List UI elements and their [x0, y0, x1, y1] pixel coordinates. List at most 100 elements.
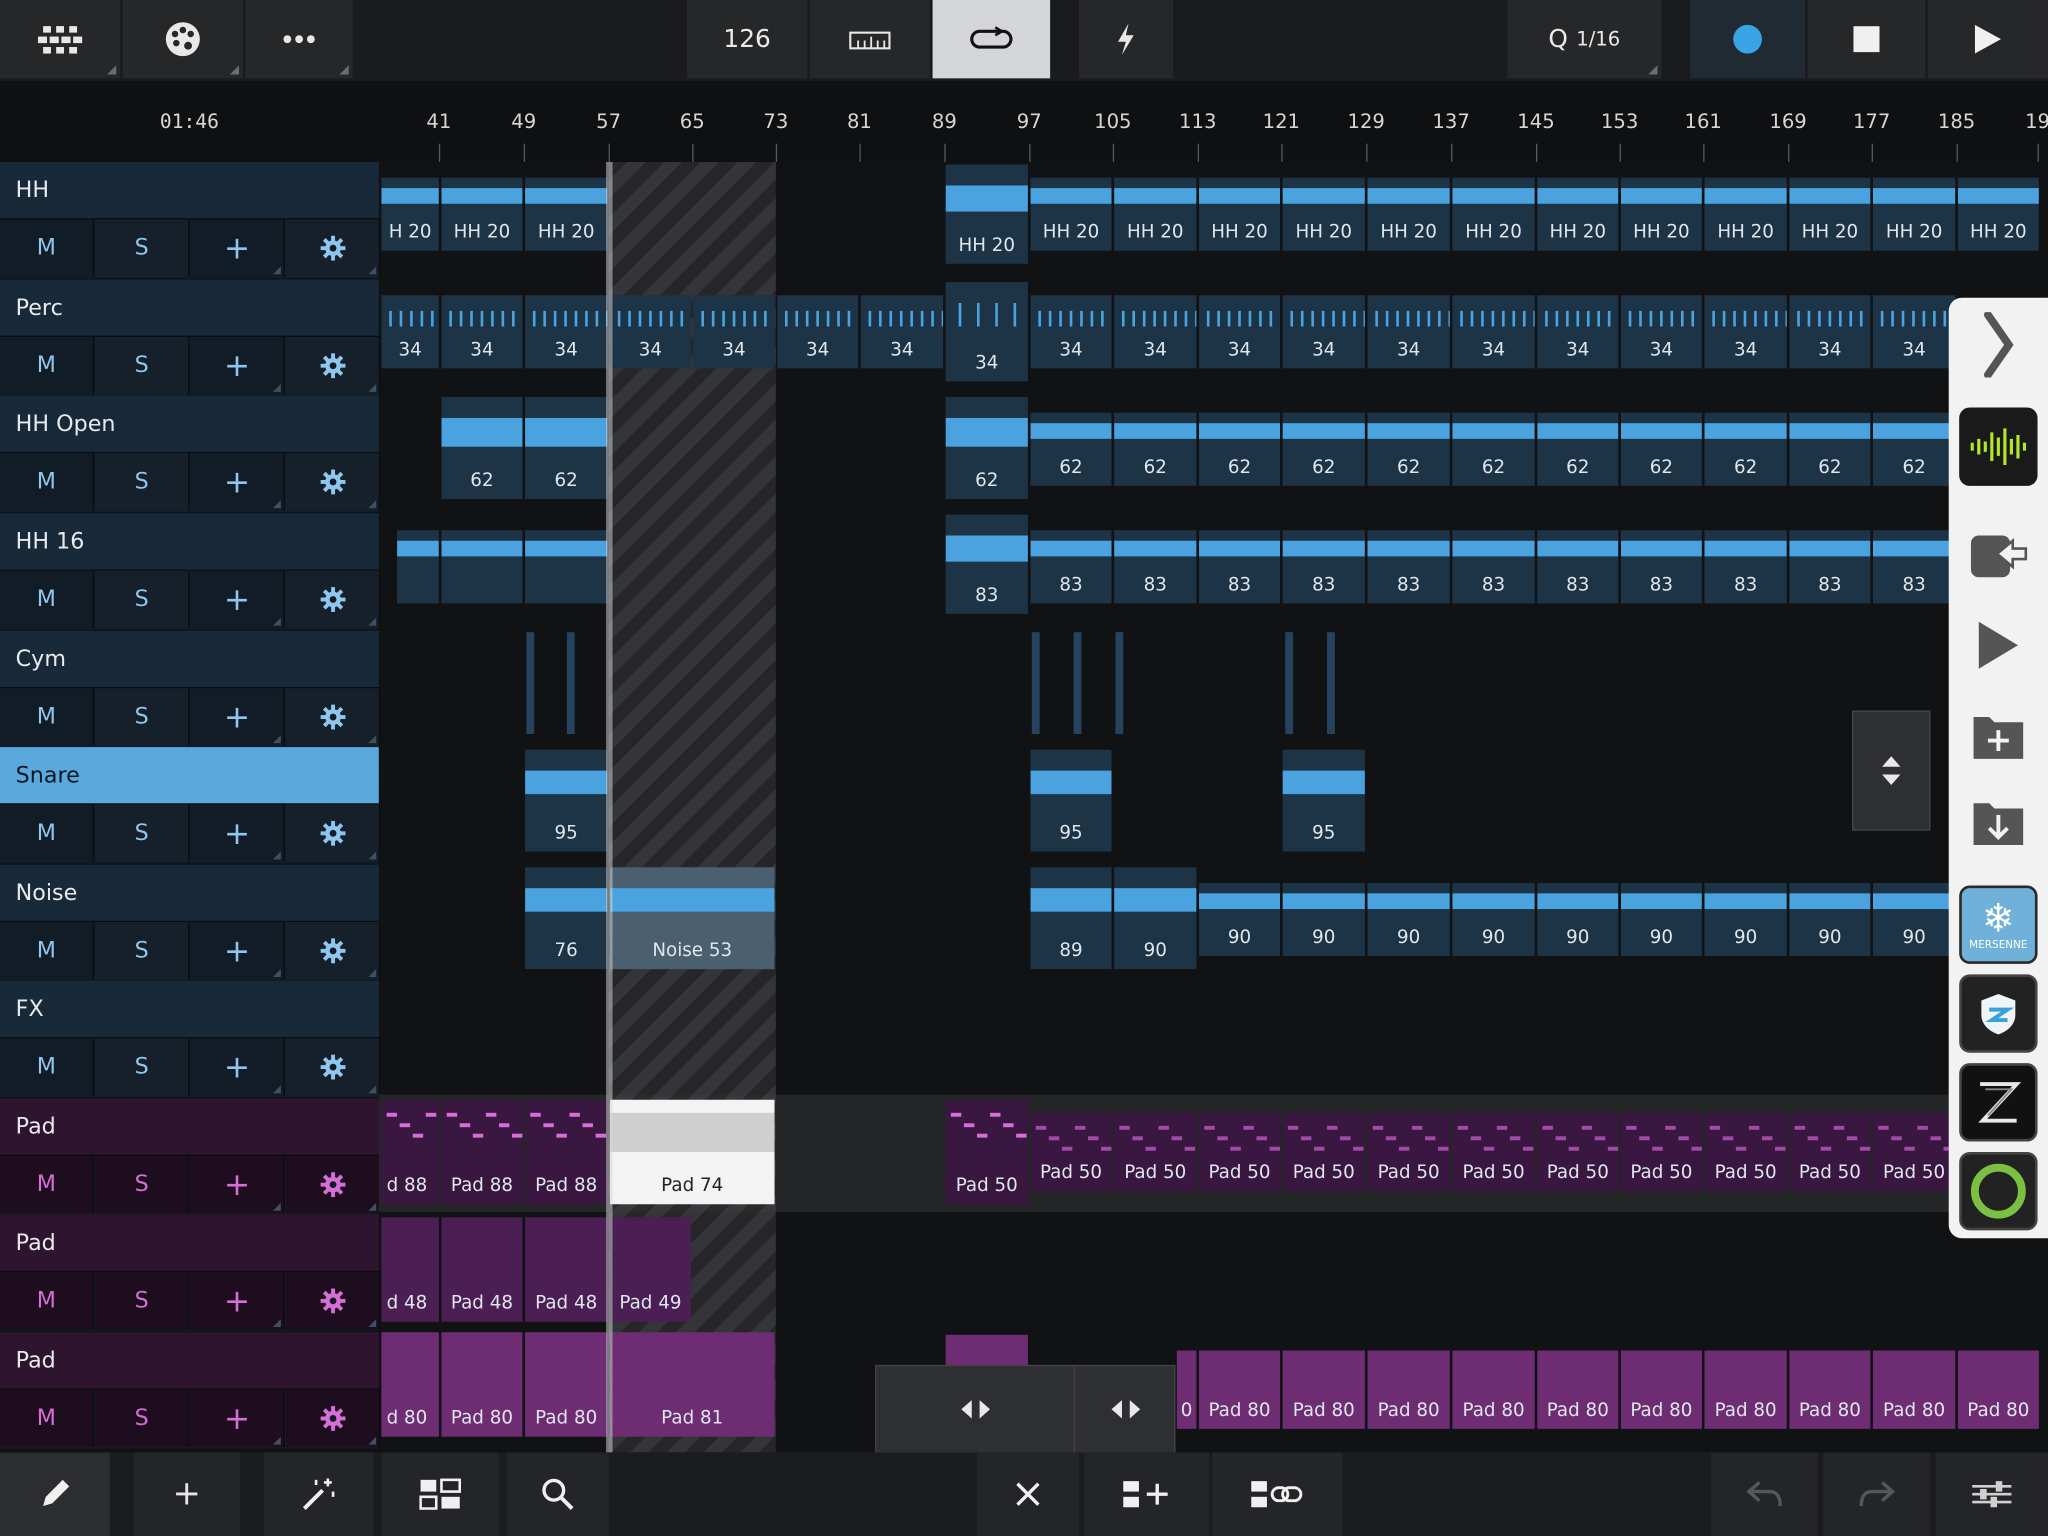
layout-button[interactable]	[381, 1452, 499, 1536]
metronome-button[interactable]	[809, 0, 930, 79]
magic-wand-icon	[302, 1478, 335, 1510]
duplicate-button[interactable]	[1084, 1452, 1210, 1536]
download-folder-button[interactable]	[1959, 784, 2037, 862]
link-clip-button[interactable]	[1212, 1452, 1343, 1536]
bar-tick	[1619, 143, 1621, 162]
shield-app-icon	[1981, 993, 2016, 1035]
settings-sliders-button[interactable]	[1935, 1452, 2048, 1536]
zoom-right-handle[interactable]	[1076, 1366, 1175, 1452]
bar-number: 137	[1432, 109, 1470, 134]
launcher-play-button[interactable]	[1959, 606, 2037, 684]
up-down-arrows-icon	[1882, 756, 1901, 785]
tempo-button[interactable]: 126	[687, 0, 808, 79]
redo-button[interactable]	[1823, 1452, 1931, 1536]
mersenne-app-button[interactable]: ❄ MERSENNE	[1959, 885, 2038, 964]
search-button[interactable]	[506, 1452, 609, 1536]
z-app-button[interactable]	[1959, 1063, 2038, 1142]
collapse-panel-button[interactable]	[1959, 306, 2037, 384]
ruler-icon	[849, 31, 891, 50]
waveform-app-button[interactable]	[1959, 407, 2038, 486]
bar-tick	[1029, 143, 1031, 162]
bar-tick	[2037, 143, 2039, 162]
bar-tick	[438, 143, 441, 162]
bar-tick	[608, 143, 610, 162]
bar-number: 129	[1347, 109, 1385, 134]
mersenne-app-icon: ❄	[1981, 895, 2015, 942]
bar-tick	[1703, 143, 1705, 162]
timeline-ruler[interactable]: 01:46 41 49 57 65 73 81 89 97 105 113 121 129 137 145…	[0, 80, 2048, 162]
bar-tick	[1788, 143, 1790, 162]
record-button[interactable]	[1690, 0, 1806, 79]
mixer-grid-button[interactable]	[0, 0, 121, 79]
bar-tick	[1112, 143, 1115, 162]
sliders-icon	[1972, 1481, 2012, 1508]
loop-icon	[970, 26, 1013, 49]
z-app-icon	[1978, 1082, 2022, 1123]
more-button[interactable]	[245, 0, 353, 79]
download-folder-icon	[1973, 803, 2024, 846]
pencil-tool-button[interactable]	[0, 1452, 110, 1536]
zoom-left-handle[interactable]	[876, 1366, 1075, 1453]
magic-wand-button[interactable]	[263, 1452, 374, 1536]
tempo-value: 126	[723, 24, 771, 54]
play-button[interactable]	[1927, 0, 2048, 79]
lightning-icon	[1118, 23, 1134, 55]
bar-number: 65	[679, 109, 705, 134]
bar-tick	[1451, 143, 1453, 162]
palette-button[interactable]	[122, 0, 243, 79]
bar-tick	[1956, 143, 1958, 162]
chevron-right-icon	[1983, 312, 2014, 378]
waveform-app-icon	[1970, 428, 2027, 465]
quantize-label: Q	[1548, 24, 1568, 54]
layout-grid-icon	[419, 1478, 462, 1510]
bar-tick	[523, 143, 526, 162]
export-icon	[1970, 535, 2028, 578]
play-icon	[1974, 24, 2001, 54]
loop-button[interactable]	[932, 0, 1051, 79]
arrangement-area[interactable]	[0, 162, 2048, 1452]
mersenne-app-label: MERSENNE	[1969, 938, 2028, 951]
stop-button[interactable]	[1807, 0, 1926, 79]
bar-tick	[1281, 143, 1283, 162]
shield-app-button[interactable]	[1959, 974, 2038, 1053]
undo-button[interactable]	[1711, 1452, 1819, 1536]
automation-button[interactable]	[1078, 0, 1173, 79]
horizontal-zoom-panel[interactable]	[875, 1364, 1176, 1454]
quantize-button[interactable]: Q 1/16	[1507, 0, 1662, 79]
bar-number: 97	[1016, 109, 1042, 134]
bar-number: 57	[596, 109, 622, 134]
close-icon	[1016, 1482, 1040, 1506]
palette-icon	[165, 22, 200, 57]
bar-tick	[859, 143, 861, 162]
pencil-icon	[43, 1479, 70, 1506]
bar-number: 113	[1179, 109, 1217, 134]
plus-icon: +	[172, 1474, 201, 1514]
bar-tick	[944, 143, 946, 162]
add-track-button[interactable]: +	[133, 1452, 241, 1536]
ring-app-button[interactable]	[1959, 1151, 2038, 1231]
bar-number: 19	[2025, 109, 2048, 134]
bar-number: 49	[511, 109, 537, 134]
add-folder-button[interactable]	[1959, 697, 2037, 775]
bar-number: 185	[1937, 109, 1976, 134]
left-right-arrows-icon	[1111, 1400, 1141, 1419]
more-dots-icon	[283, 35, 315, 44]
bar-tick	[1871, 143, 1873, 162]
playhead[interactable]	[606, 161, 613, 1453]
bar-number: 121	[1262, 109, 1301, 134]
bar-number: 89	[931, 109, 957, 134]
duplicate-add-icon	[1123, 1481, 1168, 1508]
bottom-toolbar: +	[0, 1452, 2048, 1536]
export-button[interactable]	[1959, 515, 2037, 593]
bar-number: 41	[426, 109, 452, 134]
bar-tick	[1197, 143, 1200, 162]
loop-region[interactable]	[608, 161, 776, 1453]
bar-number: 145	[1517, 109, 1555, 134]
bar-numbers: 41 49 57 65 73 81 89 97 105 113 121 129 137 145 153 161…	[0, 81, 2048, 162]
top-toolbar: 126 Q 1/16	[0, 0, 2048, 81]
bar-number: 177	[1852, 109, 1891, 134]
bar-number: 73	[763, 109, 789, 134]
bar-number: 81	[846, 109, 872, 134]
vertical-zoom-handle[interactable]	[1852, 710, 1931, 831]
delete-button[interactable]	[976, 1452, 1079, 1536]
